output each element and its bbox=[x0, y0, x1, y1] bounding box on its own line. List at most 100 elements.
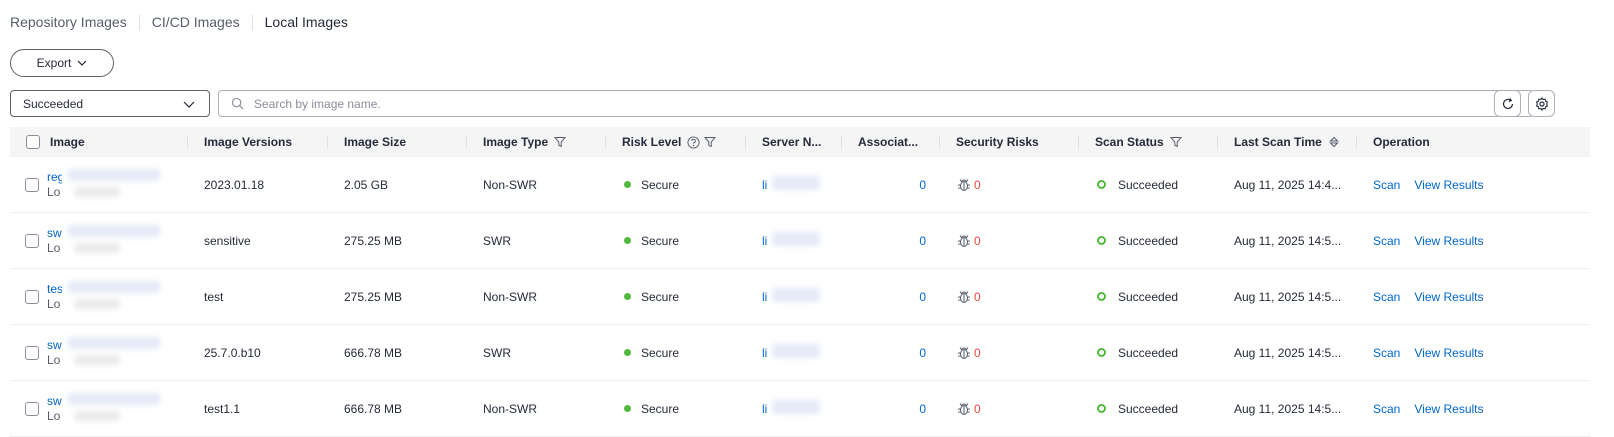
bug-icon bbox=[958, 290, 970, 303]
redacted-area bbox=[74, 355, 120, 365]
export-button[interactable]: Export bbox=[10, 49, 114, 77]
column-image-size: Image Size bbox=[328, 127, 467, 157]
associated-count-link[interactable]: 0 bbox=[919, 346, 926, 360]
server-name-link[interactable]: li bbox=[762, 290, 767, 304]
security-risk-count: 0 bbox=[974, 233, 981, 248]
server-name-link[interactable]: li bbox=[762, 234, 767, 248]
image-cell: sw Lo bbox=[10, 325, 188, 380]
image-version: 2023.01.18 bbox=[204, 177, 265, 192]
secure-status-dot bbox=[624, 405, 631, 412]
image-size: 666.78 MB bbox=[344, 401, 403, 416]
server-name-link[interactable]: li bbox=[762, 402, 767, 416]
redacted-area bbox=[62, 383, 166, 434]
table-row: sw Lo sensitive 275.25 MB SWR Secure li … bbox=[10, 213, 1590, 269]
succeeded-status-icon bbox=[1097, 404, 1106, 413]
column-server-name: Server N... bbox=[746, 127, 842, 157]
bug-icon bbox=[958, 346, 970, 359]
view-results-link[interactable]: View Results bbox=[1414, 346, 1483, 360]
local-images-table: Image Image Versions Image Size Image Ty… bbox=[10, 127, 1590, 437]
redacted-area bbox=[62, 215, 166, 266]
row-checkbox[interactable] bbox=[25, 177, 39, 192]
export-label: Export bbox=[36, 56, 72, 70]
image-name-link[interactable]: sw bbox=[47, 338, 62, 353]
secure-status-dot bbox=[624, 293, 631, 300]
security-risks: 0 bbox=[940, 269, 1079, 324]
associated-count-link[interactable]: 0 bbox=[919, 178, 926, 192]
security-risk-count: 0 bbox=[974, 345, 981, 360]
image-source: Lo bbox=[47, 240, 61, 255]
settings-button[interactable] bbox=[1528, 90, 1555, 117]
redacted-area bbox=[62, 271, 166, 322]
column-associated: Associat... bbox=[842, 127, 940, 157]
status-filter-select[interactable]: Succeeded bbox=[10, 90, 210, 117]
tab-cicd-images[interactable]: CI/CD Images bbox=[152, 14, 240, 30]
filter-icon[interactable] bbox=[1169, 136, 1182, 148]
help-icon[interactable] bbox=[687, 135, 700, 149]
refresh-button[interactable] bbox=[1494, 90, 1521, 117]
associated-count-link[interactable]: 0 bbox=[919, 290, 926, 304]
bug-icon bbox=[958, 402, 970, 415]
table-row: sw Lo 25.7.0.b10 666.78 MB SWR Secure li… bbox=[10, 325, 1590, 381]
chevron-down-icon bbox=[77, 60, 87, 66]
scan-link[interactable]: Scan bbox=[1373, 402, 1400, 416]
select-all-checkbox[interactable] bbox=[26, 135, 40, 149]
sort-icon[interactable] bbox=[1328, 136, 1340, 148]
row-checkbox[interactable] bbox=[25, 233, 39, 248]
last-scan-time: Aug 11, 2025 14:5... bbox=[1234, 289, 1342, 304]
scan-link[interactable]: Scan bbox=[1373, 178, 1400, 192]
redacted-area bbox=[68, 281, 160, 293]
table-row: tes Lo test 275.25 MB Non-SWR Secure li … bbox=[10, 269, 1590, 325]
image-name-link[interactable]: sw bbox=[47, 226, 62, 241]
row-checkbox[interactable] bbox=[25, 401, 39, 416]
associated-count: 0 bbox=[842, 157, 940, 212]
redacted-area bbox=[74, 187, 120, 197]
view-results-link[interactable]: View Results bbox=[1414, 290, 1483, 304]
image-source: Lo bbox=[47, 296, 61, 311]
row-checkbox[interactable] bbox=[25, 289, 39, 304]
image-name-link[interactable]: sw bbox=[47, 394, 62, 409]
image-version: sensitive bbox=[204, 233, 251, 248]
column-last-scan-time: Last Scan Time bbox=[1218, 127, 1357, 157]
operation-cell: Scan View Results bbox=[1357, 381, 1547, 436]
view-results-link[interactable]: View Results bbox=[1414, 234, 1483, 248]
image-type: SWR bbox=[483, 233, 511, 248]
scan-link[interactable]: Scan bbox=[1373, 234, 1400, 248]
last-scan-time: Aug 11, 2025 14:5... bbox=[1234, 345, 1342, 360]
row-checkbox[interactable] bbox=[25, 345, 39, 360]
server-name-link[interactable]: li bbox=[762, 178, 767, 192]
tab-repository-images[interactable]: Repository Images bbox=[10, 14, 127, 30]
succeeded-status-icon bbox=[1097, 180, 1106, 189]
view-results-link[interactable]: View Results bbox=[1414, 178, 1483, 192]
associated-count-link[interactable]: 0 bbox=[919, 234, 926, 248]
associated-count: 0 bbox=[842, 213, 940, 268]
associated-count-link[interactable]: 0 bbox=[919, 402, 926, 416]
gear-icon bbox=[1535, 96, 1548, 111]
scan-link[interactable]: Scan bbox=[1373, 290, 1400, 304]
scan-link[interactable]: Scan bbox=[1373, 346, 1400, 360]
operation-cell: Scan View Results bbox=[1357, 213, 1547, 268]
view-results-link[interactable]: View Results bbox=[1414, 402, 1483, 416]
security-risk-count: 0 bbox=[974, 401, 981, 416]
search-icon bbox=[231, 97, 244, 110]
redacted-area bbox=[772, 232, 820, 246]
security-risk-count: 0 bbox=[974, 289, 981, 304]
tab-local-images[interactable]: Local Images bbox=[265, 14, 348, 30]
image-tabs: Repository Images CI/CD Images Local Ima… bbox=[10, 13, 348, 31]
server-name: li bbox=[746, 269, 842, 324]
column-image: Image bbox=[10, 127, 188, 157]
associated-count: 0 bbox=[842, 325, 940, 380]
succeeded-status-icon bbox=[1097, 348, 1106, 357]
operation-cell: Scan View Results bbox=[1357, 269, 1547, 324]
scan-status: Succeeded bbox=[1079, 213, 1218, 268]
image-size: 666.78 MB bbox=[344, 345, 403, 360]
table-body: reg Lo 2023.01.18 2.05 GB Non-SWR Secure… bbox=[10, 157, 1590, 437]
filter-icon[interactable] bbox=[554, 136, 567, 148]
image-name-link[interactable]: tes bbox=[47, 282, 63, 297]
search-input[interactable] bbox=[252, 95, 1521, 112]
operation-cell: Scan View Results bbox=[1357, 157, 1547, 212]
column-risk-level: Risk Level bbox=[606, 127, 746, 157]
filter-icon[interactable] bbox=[704, 136, 717, 148]
server-name-link[interactable]: li bbox=[762, 346, 767, 360]
image-source: Lo bbox=[47, 352, 61, 367]
secure-status-dot bbox=[624, 237, 631, 244]
